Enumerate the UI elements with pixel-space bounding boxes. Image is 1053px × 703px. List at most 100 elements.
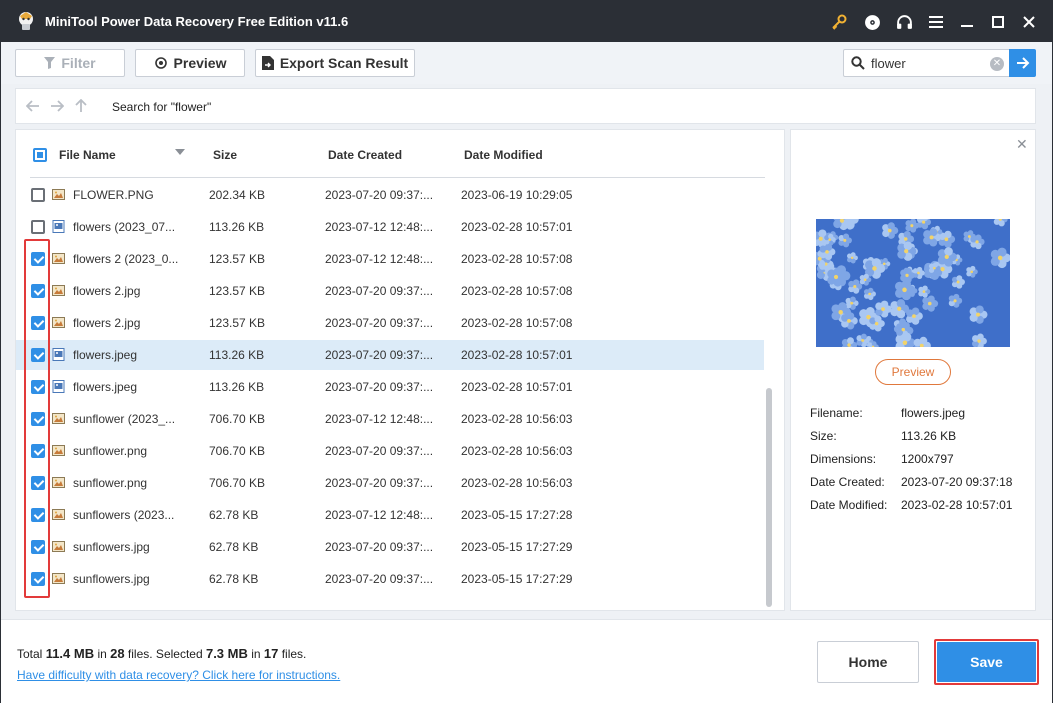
close-window-icon[interactable]	[1019, 12, 1039, 32]
clear-search-icon[interactable]: ✕	[990, 57, 1004, 71]
eye-icon	[154, 57, 167, 69]
file-size-cell: 113.26 KB	[209, 348, 265, 362]
file-size-cell: 123.57 KB	[209, 316, 266, 330]
row-checkbox[interactable]	[31, 220, 45, 234]
preview-panel: ✕ Preview Filename: flowers.jpeg Size: 1…	[790, 129, 1036, 611]
path-bar: Search for "flower"	[15, 88, 1036, 124]
date-modified-cell: 2023-05-15 17:27:28	[461, 508, 573, 522]
date-created-cell: 2023-07-20 09:37:...	[325, 316, 434, 330]
close-preview-icon[interactable]: ✕	[1016, 136, 1028, 153]
selected-size: 7.3 MB	[205, 646, 248, 661]
file-size-cell: 113.26 KB	[209, 220, 265, 234]
date-created-label: Date Created:	[810, 475, 885, 489]
forward-arrow-icon[interactable]	[48, 97, 66, 115]
key-icon[interactable]	[829, 12, 849, 32]
search-box: ✕	[843, 49, 1010, 77]
list-scrollbar[interactable]	[766, 388, 772, 607]
file-name-cell: flowers 2 (2023_0...	[73, 252, 179, 266]
save-button[interactable]: Save	[937, 642, 1036, 682]
image-icon	[52, 509, 65, 520]
date-created-cell: 2023-07-12 12:48:...	[325, 508, 434, 522]
back-arrow-icon[interactable]	[24, 97, 42, 115]
search-go-button[interactable]	[1009, 49, 1036, 77]
export-scan-result-button[interactable]: Export Scan Result	[255, 49, 415, 77]
up-arrow-icon[interactable]	[72, 97, 90, 115]
date-created-cell: 2023-07-20 09:37:...	[325, 284, 434, 298]
selected-files: 17	[263, 646, 279, 661]
image-icon	[52, 413, 65, 424]
column-header-file-name[interactable]: File Name	[59, 148, 116, 162]
file-name-cell: flowers 2.jpg	[73, 316, 141, 330]
maximize-icon[interactable]	[988, 12, 1008, 32]
table-row[interactable]: flowers (2023_07... 113.26 KB 2023-07-12 1…	[16, 212, 764, 242]
preview-button[interactable]: Preview	[875, 359, 951, 385]
date-modified-cell: 2023-05-15 17:27:29	[461, 540, 573, 554]
file-size-cell: 62.78 KB	[209, 508, 259, 522]
table-row[interactable]: sunflower.png 706.70 KB 2023-07-20 09:37:.…	[16, 436, 764, 466]
date-created-value: 2023-07-20 09:37:18	[901, 475, 1013, 489]
date-modified-cell: 2023-02-28 10:56:03	[461, 412, 573, 426]
image-icon	[52, 541, 65, 552]
column-header-date-created[interactable]: Date Created	[328, 148, 402, 162]
table-row[interactable]: sunflowers.jpg 62.78 KB 2023-07-20 09:37:.…	[16, 532, 764, 562]
minimize-icon[interactable]	[957, 12, 977, 32]
preview-image	[816, 219, 1010, 347]
export-file-icon	[261, 56, 274, 70]
file-size-cell: 123.57 KB	[209, 284, 266, 298]
file-name-cell: flowers.jpeg	[73, 380, 138, 394]
table-row[interactable]: sunflowers.jpg 62.78 KB 2023-07-20 09:37:.…	[16, 564, 764, 594]
file-list-panel: File Name Size Date Created Date Modifie…	[15, 129, 785, 611]
date-created-cell: 2023-07-20 09:37:...	[325, 572, 434, 586]
search-input[interactable]	[871, 54, 981, 72]
select-all-checkbox[interactable]	[33, 148, 47, 162]
disc-icon[interactable]	[862, 12, 882, 32]
column-header-date-modified[interactable]: Date Modified	[464, 148, 543, 162]
date-modified-cell: 2023-05-15 17:27:29	[461, 572, 573, 586]
app-window: MiniTool Power Data Recovery Free Editio…	[0, 0, 1053, 703]
table-row[interactable]: flowers 2.jpg 123.57 KB 2023-07-20 09:37:.…	[16, 276, 764, 306]
table-row[interactable]: sunflower.png 706.70 KB 2023-07-20 09:37:.…	[16, 468, 764, 498]
total-files: 28	[110, 646, 125, 661]
checkbox-highlight-box	[24, 239, 50, 598]
arrow-right-icon	[1016, 57, 1029, 69]
image-icon	[52, 189, 65, 200]
column-header-size[interactable]: Size	[213, 148, 237, 162]
help-link[interactable]: Have difficulty with data recovery? Clic…	[17, 668, 340, 682]
file-name-cell: flowers 2.jpg	[73, 284, 141, 298]
table-row[interactable]: sunflowers (2023... 62.78 KB 2023-07-12 12…	[16, 500, 764, 530]
image-icon	[52, 253, 65, 264]
table-row[interactable]: flowers.jpeg 113.26 KB 2023-07-20 09:37:..…	[16, 372, 764, 402]
table-row[interactable]: flowers.jpeg 113.26 KB 2023-07-20 09:37:..…	[16, 340, 764, 370]
menu-icon[interactable]	[926, 12, 946, 32]
headphones-icon[interactable]	[894, 12, 914, 32]
filter-button[interactable]: Filter	[15, 49, 125, 77]
date-modified-cell: 2023-02-28 10:57:01	[461, 348, 573, 362]
footer: Total 11.4 MB in 28 files. Selected 7.3 …	[1, 619, 1052, 703]
date-modified-value: 2023-02-28 10:57:01	[901, 498, 1013, 512]
filename-label: Filename:	[810, 406, 863, 420]
table-row[interactable]: flowers 2 (2023_0... 123.57 KB 2023-07-12 …	[16, 244, 764, 274]
table-row[interactable]: flowers 2.jpg 123.57 KB 2023-07-20 09:37:.…	[16, 308, 764, 338]
file-name-cell: sunflowers.jpg	[73, 572, 150, 586]
table-row[interactable]: FLOWER.PNG 202.34 KB 2023-07-20 09:37:... 2…	[16, 180, 764, 210]
date-created-cell: 2023-07-20 09:37:...	[325, 540, 434, 554]
date-created-cell: 2023-07-12 12:48:...	[325, 220, 434, 234]
sort-down-icon[interactable]	[175, 149, 185, 155]
home-button[interactable]: Home	[817, 641, 919, 683]
table-row[interactable]: sunflower (2023_... 706.70 KB 2023-07-12 1…	[16, 404, 764, 434]
date-created-cell: 2023-07-20 09:37:...	[325, 188, 434, 202]
preview-toolbar-button[interactable]: Preview	[135, 49, 245, 77]
date-modified-cell: 2023-02-28 10:57:01	[461, 380, 573, 394]
app-logo-icon	[19, 12, 33, 30]
date-modified-label: Date Modified:	[810, 498, 888, 512]
filename-value: flowers.jpeg	[901, 406, 966, 420]
date-modified-cell: 2023-02-28 10:56:03	[461, 476, 573, 490]
file-name-cell: sunflowers.jpg	[73, 540, 150, 554]
file-name-cell: sunflowers (2023...	[73, 508, 175, 522]
date-modified-cell: 2023-02-28 10:57:08	[461, 316, 573, 330]
file-size-cell: 123.57 KB	[209, 252, 266, 266]
row-checkbox[interactable]	[31, 188, 45, 202]
file-size-cell: 706.70 KB	[209, 444, 266, 458]
file-name-cell: sunflower (2023_...	[73, 412, 176, 426]
date-modified-cell: 2023-02-28 10:56:03	[461, 444, 573, 458]
